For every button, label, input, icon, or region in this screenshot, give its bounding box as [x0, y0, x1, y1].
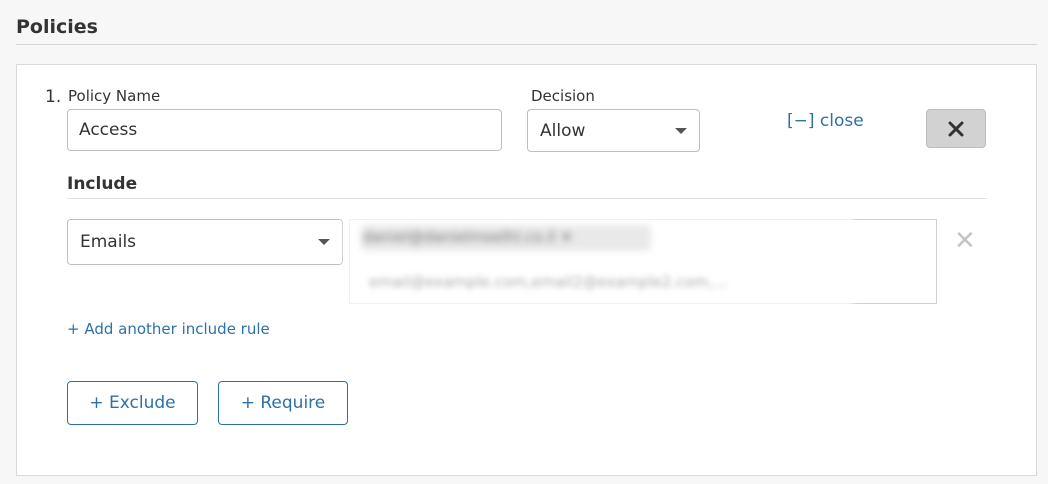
policy-number: 1. [45, 87, 62, 107]
add-include-rule-link[interactable]: + Add another include rule [67, 320, 270, 338]
decision-label: Decision [531, 87, 595, 105]
chevron-down-icon [318, 239, 330, 245]
policy-card: 1. Policy Name Decision Allow [−] close … [16, 64, 1037, 476]
decision-select[interactable]: Allow [527, 109, 700, 152]
include-title: Include [67, 174, 138, 194]
include-divider [67, 198, 987, 199]
decision-value: Allow [540, 120, 586, 141]
close-x-icon [948, 121, 964, 136]
policy-name-label: Policy Name [68, 87, 161, 105]
email-chip-label: daniel@danielmoelhl.co.il ✕ [363, 228, 573, 246]
policy-name-input[interactable] [67, 109, 502, 151]
exclude-button[interactable]: + Exclude [67, 381, 198, 425]
include-type-select[interactable]: Emails [67, 219, 343, 265]
section-title: Policies [16, 16, 98, 38]
remove-policy-button[interactable] [926, 109, 986, 148]
email-placeholder: email@example.com,email2@example2.com,..… [369, 273, 728, 291]
section-divider [16, 44, 1037, 45]
include-type-value: Emails [80, 232, 137, 252]
require-button[interactable]: + Require [218, 381, 348, 425]
chevron-down-icon [675, 127, 687, 134]
close-policy-link[interactable]: [−] close [787, 111, 864, 131]
remove-x-icon[interactable]: ✕ [560, 228, 573, 246]
remove-include-rule-icon[interactable]: ✕ [954, 228, 976, 254]
